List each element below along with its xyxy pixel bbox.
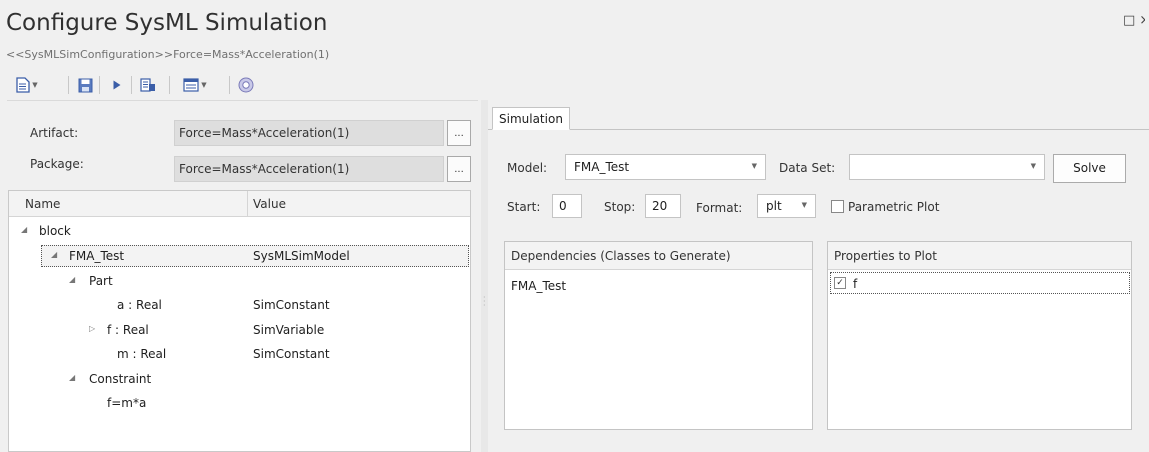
dropdown-arrow-icon[interactable]: ▼: [32, 81, 37, 89]
dropdown-arrow-icon[interactable]: ▼: [201, 81, 206, 89]
tree-row[interactable]: ◢ block: [9, 219, 470, 243]
properties-panel[interactable]: Properties to Plot ✓ f: [827, 241, 1132, 430]
tree-row-value: SimConstant: [253, 298, 330, 312]
save-button[interactable]: [74, 74, 96, 96]
dependencies-panel[interactable]: Dependencies (Classes to Generate) FMA_T…: [504, 241, 813, 430]
start-label: Start:: [507, 200, 541, 214]
tree-row[interactable]: ◢ Constraint: [9, 367, 470, 391]
options-icon: [183, 78, 199, 92]
generate-icon: [140, 78, 155, 92]
artifact-label: Artifact:: [30, 126, 79, 140]
tree-row[interactable]: a : Real SimConstant: [9, 293, 470, 317]
options-button[interactable]: ▼: [176, 74, 214, 96]
tab-simulation[interactable]: Simulation: [492, 107, 570, 130]
tree-row-name: Constraint: [89, 372, 152, 386]
package-browse-button[interactable]: ...: [447, 156, 471, 182]
format-label: Format:: [696, 201, 743, 215]
help-icon: [238, 77, 254, 93]
toolbar-separator: [68, 76, 69, 94]
tree-row-name: block: [39, 224, 71, 238]
dependencies-header: Dependencies (Classes to Generate): [505, 242, 812, 270]
start-input[interactable]: 0: [552, 194, 582, 218]
tree-row[interactable]: m : Real SimConstant: [9, 342, 470, 366]
window-controls[interactable]: □ ×: [1123, 13, 1145, 28]
tree-row[interactable]: ◢ FMA_Test SysMLSimModel: [9, 244, 470, 268]
window-title: Configure SysML Simulation: [6, 10, 328, 36]
package-field[interactable]: Force=Mass*Acceleration(1): [174, 156, 444, 182]
collapse-icon[interactable]: ◢: [21, 225, 27, 234]
tree-row-name: f : Real: [107, 323, 149, 337]
format-select[interactable]: plt ▼: [757, 194, 816, 218]
tree-row-name: Part: [89, 274, 113, 288]
column-value-header[interactable]: Value: [253, 197, 286, 211]
model-label: Model:: [507, 161, 548, 175]
format-select-value: plt: [766, 199, 782, 213]
tree-row[interactable]: ◢ Part: [9, 269, 470, 293]
generate-button[interactable]: [137, 74, 159, 96]
tree-row-name: f=m*a: [107, 396, 147, 410]
dataset-select[interactable]: ▼: [849, 154, 1045, 180]
tree-row[interactable]: f=m*a: [9, 391, 470, 415]
solve-button[interactable]: Solve: [1053, 154, 1126, 183]
run-button[interactable]: [106, 74, 128, 96]
model-select-value: FMA_Test: [574, 160, 630, 174]
tree-row-name: m : Real: [117, 347, 167, 361]
collapse-icon[interactable]: ◢: [69, 275, 75, 284]
package-label: Package:: [30, 157, 84, 171]
column-separator[interactable]: [247, 191, 248, 217]
tab-strip-line: [488, 129, 1149, 130]
collapse-icon[interactable]: ◢: [69, 373, 75, 382]
tree-row-value: SysMLSimModel: [253, 249, 350, 263]
tree-row-value: SimConstant: [253, 347, 330, 361]
run-icon: [113, 80, 121, 90]
toolbar-separator: [229, 76, 230, 94]
list-item-focus: [830, 272, 1130, 294]
parametric-plot-label[interactable]: Parametric Plot: [848, 200, 939, 214]
model-select[interactable]: FMA_Test ▼: [565, 154, 766, 180]
stop-label: Stop:: [604, 200, 636, 214]
toolbar-separator: [169, 76, 170, 94]
chevron-down-icon: ▼: [1030, 162, 1036, 170]
toolbar-separator: [131, 76, 132, 94]
tree-row-name: FMA_Test: [69, 249, 125, 263]
expand-icon[interactable]: ▷: [89, 324, 95, 333]
dataset-label: Data Set:: [779, 161, 836, 175]
help-button[interactable]: [235, 74, 257, 96]
toolbar-separator: [99, 76, 100, 94]
tree-header: Name Value: [9, 191, 470, 217]
model-tree[interactable]: Name Value ◢ block ◢ FMA_Test SysMLSimModel ◢…: [8, 190, 471, 452]
property-f-label[interactable]: f: [853, 277, 857, 291]
chevron-down-icon: ▼: [801, 201, 807, 209]
chevron-down-icon: ▼: [751, 162, 757, 170]
window-subtitle: <<SysMLSimConfiguration>>Force=Mass*Acce…: [6, 48, 330, 61]
save-icon: [78, 78, 92, 92]
new-document-button[interactable]: ▼: [8, 74, 46, 96]
property-f-checkbox[interactable]: ✓: [834, 277, 846, 289]
parametric-plot-checkbox[interactable]: [831, 200, 844, 213]
artifact-field[interactable]: Force=Mass*Acceleration(1): [174, 120, 444, 146]
splitter-grip-icon[interactable]: · · ·: [483, 294, 486, 310]
properties-header: Properties to Plot: [828, 242, 1131, 270]
tree-row-value: SimVariable: [253, 323, 325, 337]
stop-input[interactable]: 20: [645, 194, 681, 218]
artifact-browse-button[interactable]: ...: [447, 120, 471, 146]
tree-row-name: a : Real: [117, 298, 162, 312]
list-item[interactable]: FMA_Test: [511, 279, 566, 293]
new-document-icon: [16, 77, 30, 93]
collapse-icon[interactable]: ◢: [51, 250, 57, 259]
tree-row[interactable]: ▷ f : Real SimVariable: [9, 318, 470, 342]
pane-splitter[interactable]: [481, 100, 488, 452]
column-name-header[interactable]: Name: [25, 197, 60, 211]
